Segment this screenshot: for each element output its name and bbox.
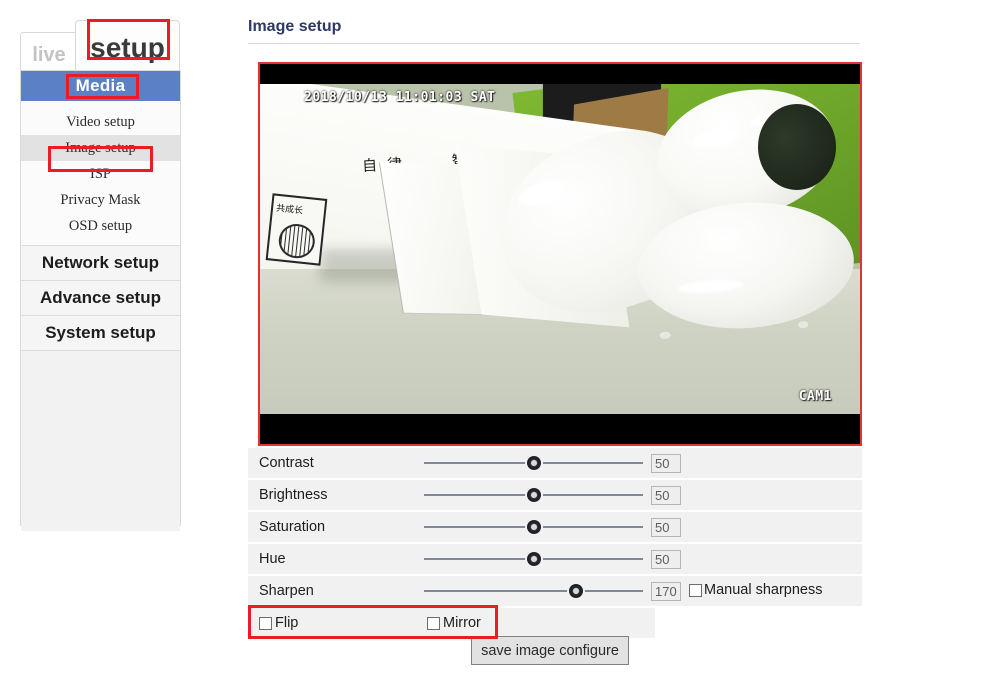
setting-value-cell: 50 <box>651 544 851 574</box>
mirror-group[interactable]: Mirror <box>416 615 584 631</box>
slider-knob[interactable] <box>527 488 541 502</box>
image-settings-table: Contrast 50 Brightness 50 Saturation 50 … <box>248 448 862 640</box>
table-row: Hue 50 <box>248 544 862 574</box>
table-row: Brightness 50 <box>248 480 862 510</box>
sidebar-filler <box>21 351 180 531</box>
scene-highlight <box>516 176 568 210</box>
tab-live[interactable]: live <box>20 32 78 74</box>
table-row: Saturation 50 <box>248 512 862 542</box>
manual-sharpness-checkbox[interactable] <box>689 584 702 597</box>
table-row: Contrast 50 <box>248 448 862 478</box>
scene-stamp-circle <box>277 223 316 261</box>
setting-label-contrast: Contrast <box>248 455 416 471</box>
video-osd-channel: CAM1 <box>799 389 832 404</box>
slider-knob[interactable] <box>527 552 541 566</box>
table-row: Sharpen 170 Manual sharpness <box>248 576 862 606</box>
sidebar-item-osd-setup[interactable]: OSD setup <box>21 213 180 239</box>
manual-sharpness-group[interactable]: Manual sharpness <box>689 582 823 598</box>
sidebar-item-image-setup[interactable]: Image setup <box>21 135 180 161</box>
value-input-contrast[interactable]: 50 <box>651 454 681 473</box>
sidebar-section-network-setup[interactable]: Network setup <box>21 246 180 281</box>
save-image-configure-button[interactable]: save image configure <box>471 636 629 665</box>
setting-label-saturation: Saturation <box>248 519 416 535</box>
value-input-saturation[interactable]: 50 <box>651 518 681 537</box>
video-preview[interactable]: 自律、 智 共成长 2018/10/13 11:01:03 SAT <box>258 62 862 446</box>
setting-value-cell: 50 <box>651 480 851 510</box>
sidebar-section-system-setup[interactable]: System setup <box>21 316 180 351</box>
setting-value-cell: 50 <box>651 448 851 478</box>
table-row-flip-mirror: Flip Mirror <box>248 608 655 638</box>
slider-knob[interactable] <box>527 520 541 534</box>
sidebar-item-privacy-mask[interactable]: Privacy Mask <box>21 187 180 213</box>
sidebar-item-video-setup[interactable]: Video setup <box>21 109 180 135</box>
setting-label-sharpen: Sharpen <box>248 583 416 599</box>
scene-stamp-text: 共成长 <box>276 201 304 217</box>
slider-knob[interactable] <box>569 584 583 598</box>
sidebar-item-isp[interactable]: ISP <box>21 161 180 187</box>
setting-label-hue: Hue <box>248 551 416 567</box>
value-input-sharpen[interactable]: 170 <box>651 582 681 601</box>
video-osd-timestamp: 2018/10/13 11:01:03 SAT <box>304 90 496 105</box>
slider-knob[interactable] <box>527 456 541 470</box>
content-header: Image setup <box>248 18 968 44</box>
tab-strip: live setup <box>20 12 220 74</box>
scene-camera-lens <box>758 104 836 190</box>
sidebar-section-advance-setup[interactable]: Advance setup <box>21 281 180 316</box>
scene-highlight <box>678 278 743 294</box>
scene-highlight <box>690 125 739 151</box>
slider-saturation[interactable] <box>416 512 651 542</box>
value-input-hue[interactable]: 50 <box>651 550 681 569</box>
sidebar: Media Video setup Image setup ISP Privac… <box>20 70 181 526</box>
setting-value-cell: 170 Manual sharpness <box>651 576 851 606</box>
value-input-brightness[interactable]: 50 <box>651 486 681 505</box>
slider-brightness[interactable] <box>416 480 651 510</box>
slider-hue[interactable] <box>416 544 651 574</box>
flip-label: Flip <box>275 615 298 631</box>
slider-track <box>424 590 643 592</box>
video-frame: 自律、 智 共成长 2018/10/13 11:01:03 SAT <box>260 64 860 444</box>
setting-label-brightness: Brightness <box>248 487 416 503</box>
sidebar-section-media[interactable]: Media <box>21 71 180 101</box>
slider-contrast[interactable] <box>416 448 651 478</box>
mirror-checkbox[interactable] <box>427 617 440 630</box>
setting-value-cell: 50 <box>651 512 851 542</box>
sidebar-media-submenu: Video setup Image setup ISP Privacy Mask… <box>21 101 180 246</box>
flip-group[interactable]: Flip <box>248 615 416 631</box>
manual-sharpness-label: Manual sharpness <box>704 582 823 598</box>
video-picture: 自律、 智 共成长 <box>260 84 860 414</box>
page-title: Image setup <box>248 18 860 44</box>
slider-sharpen[interactable] <box>416 576 651 606</box>
tab-setup[interactable]: setup <box>75 20 180 74</box>
flip-checkbox[interactable] <box>259 617 272 630</box>
mirror-label: Mirror <box>443 615 481 631</box>
scene-stamp: 共成长 <box>266 193 328 265</box>
